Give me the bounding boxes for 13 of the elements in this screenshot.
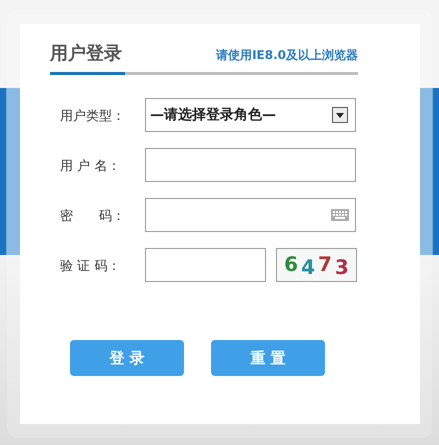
field-label: 密 码： [60, 209, 125, 224]
field-label: 验 证 码： [60, 259, 120, 274]
field-label: 用 户 名： [60, 159, 120, 174]
dropdown-icon[interactable] [332, 107, 348, 123]
captcha-field[interactable] [145, 248, 266, 282]
password-field[interactable] [145, 198, 356, 232]
username-field[interactable] [145, 148, 356, 182]
captcha-image[interactable]: 6 4 7 3 [276, 248, 357, 282]
role-select[interactable]: —请选择登录角色— [145, 98, 356, 132]
browser-hint: 请使用IE8.0及以上浏览器 [216, 47, 358, 63]
keyboard-icon[interactable] [331, 209, 349, 221]
login-title: 用户登录 [50, 42, 122, 66]
field-label: 用户类型： [60, 109, 125, 124]
